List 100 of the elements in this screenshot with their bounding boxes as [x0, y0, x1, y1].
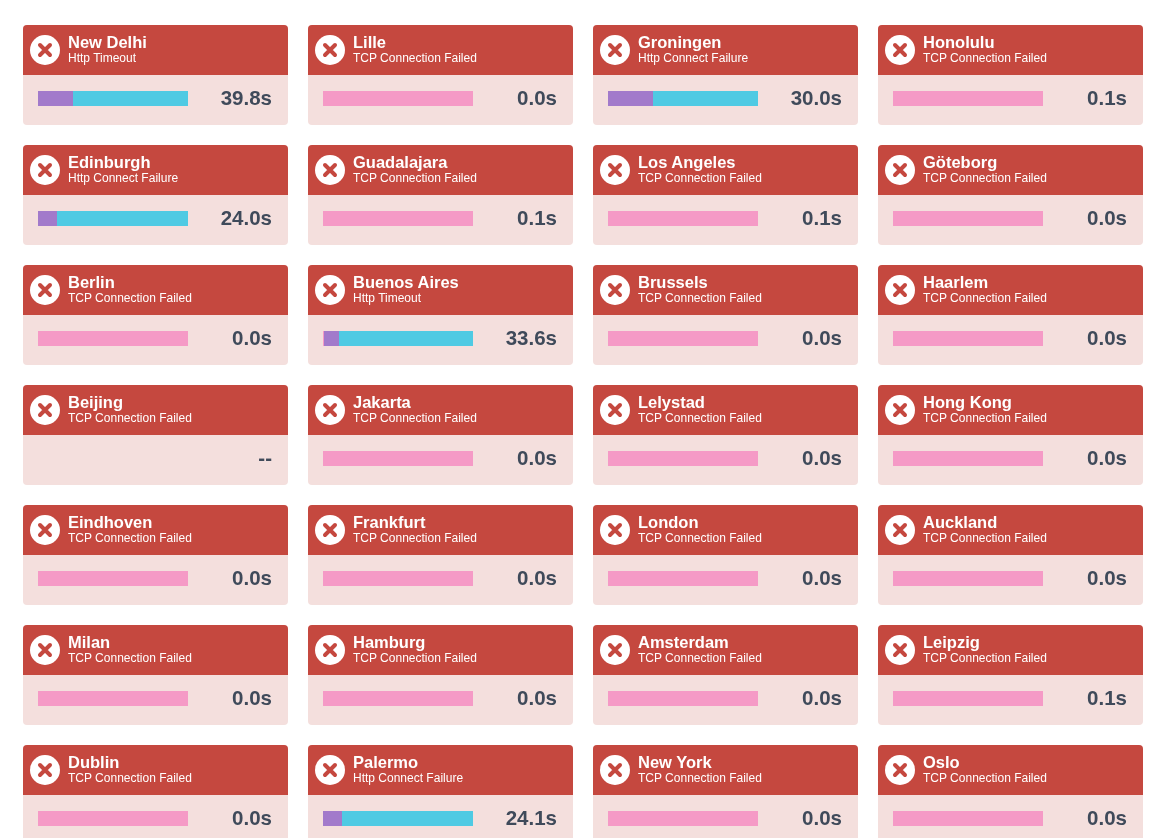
location-name: Berlin [68, 272, 116, 291]
error-x-icon [600, 395, 630, 425]
error-x-icon [315, 515, 345, 545]
duration-value: 0.0s [1087, 326, 1127, 350]
location-name: Lille [353, 32, 387, 51]
location-name: Lelystad [638, 392, 706, 411]
error-x-icon [315, 755, 345, 785]
duration-value: 0.0s [517, 566, 557, 590]
error-message: TCP Connection Failed [638, 530, 762, 545]
location-name: Buenos Aires [353, 272, 459, 291]
error-x-icon [30, 395, 60, 425]
error-x-icon [600, 755, 630, 785]
location-name: Groningen [638, 32, 723, 51]
error-message: Http Connect Failure [353, 770, 464, 785]
error-message: TCP Connection Failed [68, 770, 192, 785]
location-name: New Delhi [68, 32, 147, 51]
location-name: Frankfurt [353, 512, 427, 531]
error-message: TCP Connection Failed [923, 650, 1047, 665]
error-x-icon [885, 635, 915, 665]
error-x-icon [315, 275, 345, 305]
error-message: TCP Connection Failed [353, 650, 477, 665]
error-x-icon [315, 155, 345, 185]
error-message: Http Timeout [353, 290, 423, 305]
error-message: Http Connect Failure [68, 170, 179, 185]
error-x-icon [885, 35, 915, 65]
location-name: Amsterdam [638, 632, 730, 651]
error-x-icon [30, 275, 60, 305]
location-name: Guadalajara [353, 152, 449, 171]
error-x-icon [885, 515, 915, 545]
location-name: Jakarta [353, 392, 412, 411]
error-x-icon [30, 515, 60, 545]
location-name: Beijing [68, 392, 124, 411]
error-x-icon [30, 755, 60, 785]
error-message: TCP Connection Failed [638, 290, 762, 305]
error-x-icon [315, 635, 345, 665]
error-message: TCP Connection Failed [923, 170, 1047, 185]
duration-value: 24.0s [220, 206, 272, 230]
duration-value: 0.1s [1087, 86, 1127, 110]
error-x-icon [885, 275, 915, 305]
error-message: TCP Connection Failed [638, 170, 762, 185]
error-message: Http Timeout [68, 50, 138, 65]
duration-value: 0.0s [1087, 806, 1127, 830]
location-name: Palermo [353, 752, 420, 771]
error-message: TCP Connection Failed [68, 410, 192, 425]
error-message: TCP Connection Failed [923, 410, 1047, 425]
error-x-icon [600, 635, 630, 665]
error-message: TCP Connection Failed [923, 530, 1047, 545]
error-x-icon [600, 155, 630, 185]
error-x-icon [885, 755, 915, 785]
location-name: Dublin [68, 752, 121, 771]
location-name: Brussels [638, 272, 709, 291]
location-name: Eindhoven [68, 512, 154, 531]
duration-value: 0.1s [1087, 686, 1127, 710]
error-message: TCP Connection Failed [68, 650, 192, 665]
duration-value: 0.0s [802, 326, 842, 350]
error-x-icon [600, 515, 630, 545]
location-name: Auckland [923, 512, 999, 531]
duration-value: 0.0s [802, 446, 842, 470]
duration-value: 0.1s [517, 206, 557, 230]
duration-value: 0.0s [517, 86, 557, 110]
location-name: Oslo [923, 752, 961, 771]
duration-value: 0.0s [232, 566, 272, 590]
duration-value: 0.0s [802, 806, 842, 830]
location-name: Los Angeles [638, 152, 737, 171]
location-name: London [638, 512, 700, 531]
error-message: TCP Connection Failed [353, 50, 477, 65]
error-x-icon [600, 35, 630, 65]
error-message: TCP Connection Failed [353, 170, 477, 185]
error-x-icon [885, 395, 915, 425]
error-message: TCP Connection Failed [353, 410, 477, 425]
location-name: Hong Kong [923, 392, 1013, 411]
location-name: Honolulu [923, 32, 996, 51]
error-x-icon [315, 395, 345, 425]
duration-value: 0.0s [517, 686, 557, 710]
duration-value: 0.0s [802, 566, 842, 590]
location-name: Edinburgh [68, 152, 152, 171]
location-name: Hamburg [353, 632, 427, 651]
duration-value: 0.0s [232, 686, 272, 710]
duration-value: 0.0s [232, 326, 272, 350]
error-x-icon [30, 635, 60, 665]
location-name: New York [638, 752, 713, 771]
duration-value: 0.0s [1087, 446, 1127, 470]
duration-value: 39.8s [220, 86, 272, 110]
location-name: Göteborg [923, 152, 999, 171]
duration-value: 0.0s [1087, 206, 1127, 230]
error-message: TCP Connection Failed [923, 770, 1047, 785]
error-x-icon [600, 275, 630, 305]
error-message: TCP Connection Failed [923, 290, 1047, 305]
error-x-icon [30, 35, 60, 65]
error-message: TCP Connection Failed [68, 290, 192, 305]
duration-value: 33.6s [505, 326, 557, 350]
duration-value: 0.0s [232, 806, 272, 830]
location-name: Haarlem [923, 272, 990, 291]
duration-value: 0.0s [517, 446, 557, 470]
error-message: TCP Connection Failed [68, 530, 192, 545]
duration-value: 30.0s [790, 86, 842, 110]
error-x-icon [885, 155, 915, 185]
duration-value: 0.0s [1087, 566, 1127, 590]
error-message: Http Connect Failure [638, 50, 749, 65]
duration-value: 0.0s [802, 686, 842, 710]
